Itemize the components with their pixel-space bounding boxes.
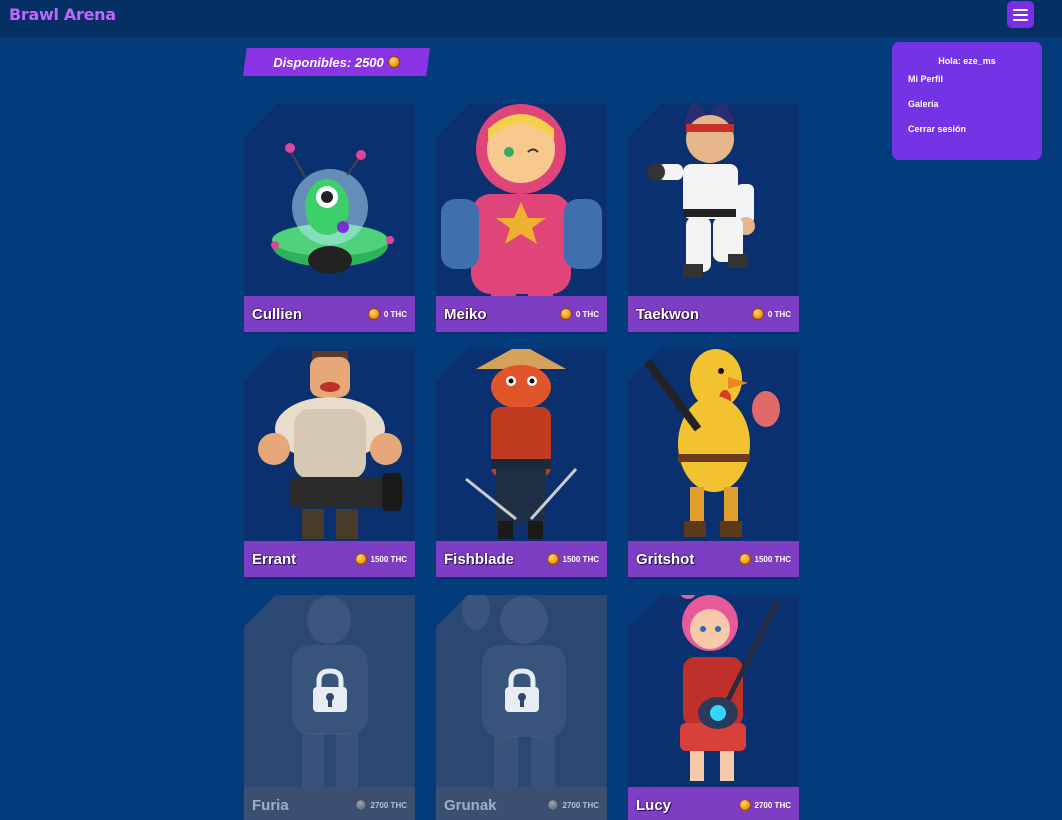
character-name: Grunak xyxy=(444,796,497,814)
character-name: Lucy xyxy=(636,796,672,814)
card-footer: Fishblade 1500 THC xyxy=(436,541,607,577)
character-card-gritshot[interactable]: Gritshot 1500 THC xyxy=(628,349,799,579)
card-footer: Gritshot 1500 THC xyxy=(628,541,799,577)
character-card-cullien[interactable]: Cullien 0 THC xyxy=(244,104,415,334)
character-price: 0 THC xyxy=(559,308,599,320)
character-name: Errant xyxy=(252,550,297,568)
character-portrait xyxy=(244,349,415,541)
character-portrait xyxy=(628,104,799,296)
user-dropdown-menu: Hola: eze_ms Mi Perfil Galería Cerrar se… xyxy=(892,42,1042,160)
character-name: Fishblade xyxy=(444,550,515,568)
price-label: 2700 THC xyxy=(562,800,599,810)
price-label: 1500 THC xyxy=(754,554,791,564)
menu-line xyxy=(1013,13,1028,16)
character-price: 2700 THC xyxy=(738,799,791,811)
coin-icon xyxy=(354,799,367,811)
menu-line xyxy=(1013,18,1028,21)
character-portrait xyxy=(628,349,799,541)
coin-icon xyxy=(367,308,380,320)
character-price: 0 THC xyxy=(367,308,407,320)
character-price: 0 THC xyxy=(751,308,791,320)
coin-icon xyxy=(387,56,400,68)
balance-label: Disponibles: 2500 xyxy=(273,54,384,70)
price-label: 2700 THC xyxy=(370,800,407,810)
character-card-meiko[interactable]: Meiko 0 THC xyxy=(436,104,607,334)
balance-badge: Disponibles: 2500 xyxy=(243,48,430,76)
character-portrait xyxy=(436,104,607,296)
card-footer: Lucy 2700 THC xyxy=(628,787,799,820)
brand-logo[interactable]: Brawl Arena xyxy=(9,5,116,24)
character-name: Meiko xyxy=(444,305,487,323)
menu-item-logout[interactable]: Cerrar sesión xyxy=(908,124,1026,134)
coin-icon xyxy=(738,553,751,565)
coin-icon xyxy=(751,308,764,320)
hamburger-menu-icon[interactable] xyxy=(1007,1,1034,28)
character-name: Cullien xyxy=(252,305,303,323)
coin-icon xyxy=(546,553,559,565)
character-name: Taekwon xyxy=(636,305,700,323)
price-label: 0 THC xyxy=(767,309,791,319)
character-price: 1500 THC xyxy=(546,553,599,565)
character-card-fishblade[interactable]: Fishblade 1500 THC xyxy=(436,349,607,579)
coin-icon xyxy=(354,553,367,565)
price-label: 1500 THC xyxy=(562,554,599,564)
character-card-grunak[interactable]: Grunak 2700 THC xyxy=(436,595,607,820)
character-price: 2700 THC xyxy=(546,799,599,811)
character-name: Gritshot xyxy=(636,550,695,568)
character-name: Furia xyxy=(252,796,289,814)
card-footer: Cullien 0 THC xyxy=(244,296,415,332)
coin-icon xyxy=(738,799,751,811)
card-footer: Meiko 0 THC xyxy=(436,296,607,332)
lock-overlay xyxy=(436,595,607,787)
price-label: 2700 THC xyxy=(754,800,791,810)
menu-item-gallery[interactable]: Galería xyxy=(908,99,1026,109)
menu-line xyxy=(1013,8,1028,11)
coin-icon xyxy=(559,308,572,320)
lock-icon xyxy=(504,668,539,712)
character-portrait xyxy=(244,104,415,296)
character-price: 2700 THC xyxy=(354,799,407,811)
character-portrait xyxy=(436,349,607,541)
lock-icon xyxy=(312,668,347,712)
lock-overlay xyxy=(244,595,415,787)
character-card-furia[interactable]: Furia 2700 THC xyxy=(244,595,415,820)
card-footer: Grunak 2700 THC xyxy=(436,787,607,820)
menu-item-profile[interactable]: Mi Perfil xyxy=(908,74,1026,84)
top-navbar: Brawl Arena xyxy=(0,0,1062,37)
character-portrait xyxy=(628,595,799,787)
card-footer: Errant 1500 THC xyxy=(244,541,415,577)
character-card-lucy[interactable]: Lucy 2700 THC xyxy=(628,595,799,820)
character-price: 1500 THC xyxy=(354,553,407,565)
character-card-errant[interactable]: Errant 1500 THC xyxy=(244,349,415,579)
coin-icon xyxy=(546,799,559,811)
card-footer: Taekwon 0 THC xyxy=(628,296,799,332)
price-label: 1500 THC xyxy=(370,554,407,564)
price-label: 0 THC xyxy=(575,309,599,319)
character-price: 1500 THC xyxy=(738,553,791,565)
user-greeting: Hola: eze_ms xyxy=(938,56,996,66)
price-label: 0 THC xyxy=(383,309,407,319)
character-card-taekwon[interactable]: Taekwon 0 THC xyxy=(628,104,799,334)
card-footer: Furia 2700 THC xyxy=(244,787,415,820)
